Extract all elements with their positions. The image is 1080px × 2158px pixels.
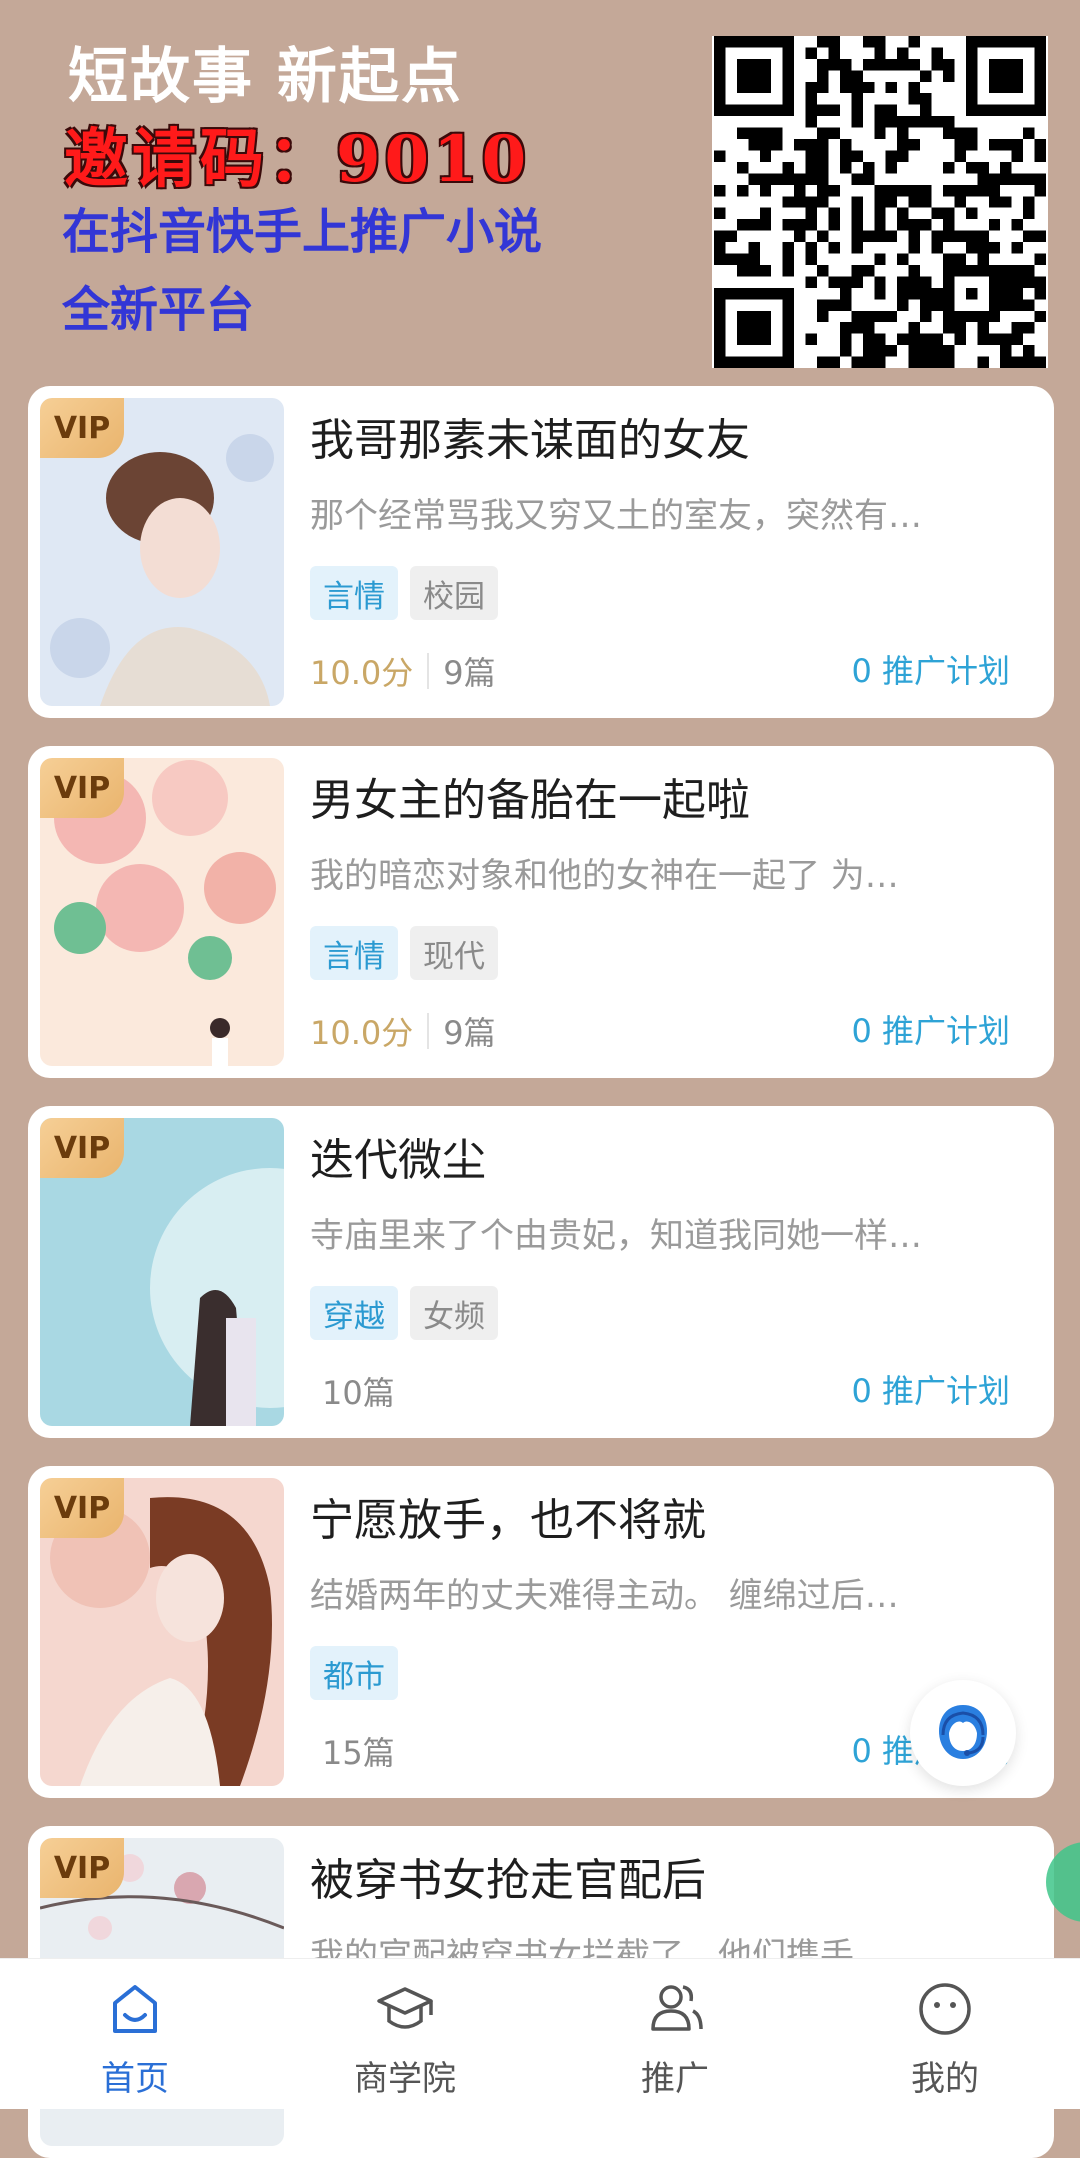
promo-line-1: 在抖音快手上推广小说 <box>62 204 543 260</box>
chapter-count: 9篇 <box>443 1014 496 1052</box>
book-card[interactable]: VIP 我哥那素未谋面的女友 那个经常骂我又穷又土的室友，突然有… 言情 校园 1… <box>28 386 1054 718</box>
book-tags: 言情 现代 <box>310 926 498 980</box>
book-description: 寺庙里来了个由贵妃，知道我同她一样… <box>310 1216 922 1256</box>
graduation-cap-icon <box>375 1979 435 2039</box>
book-title: 被穿书女抢走官配后 <box>310 1855 706 1906</box>
promo-banner: 短故事 新起点 邀请码：9010 在抖音快手上推广小说 全新平台 <box>0 0 1080 380</box>
book-stats: 10.0分 9篇 <box>310 648 496 694</box>
customer-service-button[interactable] <box>910 1680 1016 1786</box>
smiley-face-icon <box>915 1979 975 2039</box>
vip-badge: VIP <box>40 1478 124 1538</box>
promotion-plan-link[interactable]: 0 推广计划 <box>851 1368 1010 1414</box>
book-title: 男女主的备胎在一起啦 <box>310 775 750 826</box>
genre-tag: 言情 <box>310 566 398 620</box>
nav-label-promote: 推广 <box>641 2059 709 2099</box>
book-cover[interactable]: VIP <box>40 1118 284 1426</box>
nav-item-academy[interactable]: 商学院 <box>270 1959 540 2109</box>
nav-item-promote[interactable]: 推广 <box>540 1959 810 2109</box>
book-card[interactable]: VIP 男女主的备胎在一起啦 我的暗恋对象和他的女神在一起了 为… 言情 现代 1… <box>28 746 1054 1078</box>
nav-label-mine: 我的 <box>911 2059 979 2099</box>
nav-item-home[interactable]: 首页 <box>0 1959 270 2109</box>
book-cover[interactable]: VIP <box>40 1478 284 1786</box>
genre-tag: 都市 <box>310 1646 398 1700</box>
genre-tag: 穿越 <box>310 1286 398 1340</box>
book-cover[interactable]: VIP <box>40 758 284 1066</box>
stat-divider <box>427 653 430 689</box>
book-description: 我的暗恋对象和他的女神在一起了 为… <box>310 856 899 896</box>
book-tags: 言情 校园 <box>310 566 498 620</box>
book-score: 10.0分 <box>310 654 414 692</box>
nav-label-academy: 商学院 <box>354 2059 456 2099</box>
vip-badge: VIP <box>40 1118 124 1178</box>
vip-badge: VIP <box>40 398 124 458</box>
nav-label-home: 首页 <box>101 2059 169 2099</box>
vip-badge: VIP <box>40 1838 124 1898</box>
book-title: 我哥那素未谋面的女友 <box>310 415 750 466</box>
users-icon <box>645 1979 705 2039</box>
promo-line-2: 全新平台 <box>62 282 255 338</box>
customer-service-icon <box>939 1705 987 1759</box>
promo-title: 短故事 新起点 <box>68 42 463 112</box>
book-description: 结婚两年的丈夫难得主动。 缠绵过后… <box>310 1576 899 1616</box>
chapter-count: 15篇 <box>322 1734 395 1772</box>
book-title: 宁愿放手，也不将就 <box>310 1495 706 1546</box>
home-icon <box>105 1979 165 2039</box>
book-tags: 都市 <box>310 1646 398 1700</box>
promotion-plan-link[interactable]: 0 推广计划 <box>851 1008 1010 1054</box>
genre-tag: 女频 <box>410 1286 498 1340</box>
book-stats: 10.0分 9篇 <box>310 1008 496 1054</box>
invite-code: 邀请码：9010 <box>64 122 531 197</box>
book-stats: 10篇 <box>310 1368 395 1414</box>
qr-code <box>712 36 1048 368</box>
chapter-count: 10篇 <box>322 1374 395 1412</box>
book-description: 那个经常骂我又穷又土的室友，突然有… <box>310 496 922 536</box>
genre-tag: 校园 <box>410 566 498 620</box>
book-score: 10.0分 <box>310 1014 414 1052</box>
genre-tag: 现代 <box>410 926 498 980</box>
book-card[interactable]: VIP 迭代微尘 寺庙里来了个由贵妃，知道我同她一样… 穿越 女频 10篇 0 推… <box>28 1106 1054 1438</box>
stat-divider <box>427 1013 430 1049</box>
book-card[interactable]: VIP 宁愿放手，也不将就 结婚两年的丈夫难得主动。 缠绵过后… 都市 15篇 … <box>28 1466 1054 1798</box>
genre-tag: 言情 <box>310 926 398 980</box>
book-title: 迭代微尘 <box>310 1135 486 1186</box>
book-cover[interactable]: VIP <box>40 398 284 706</box>
nav-item-mine[interactable]: 我的 <box>810 1959 1080 2109</box>
chapter-count: 9篇 <box>443 654 496 692</box>
vip-badge: VIP <box>40 758 124 818</box>
book-stats: 15篇 <box>310 1728 395 1774</box>
bottom-nav: 首页 商学院 推广 我的 <box>0 1958 1080 2109</box>
promotion-plan-link[interactable]: 0 推广计划 <box>851 648 1010 694</box>
book-tags: 穿越 女频 <box>310 1286 498 1340</box>
